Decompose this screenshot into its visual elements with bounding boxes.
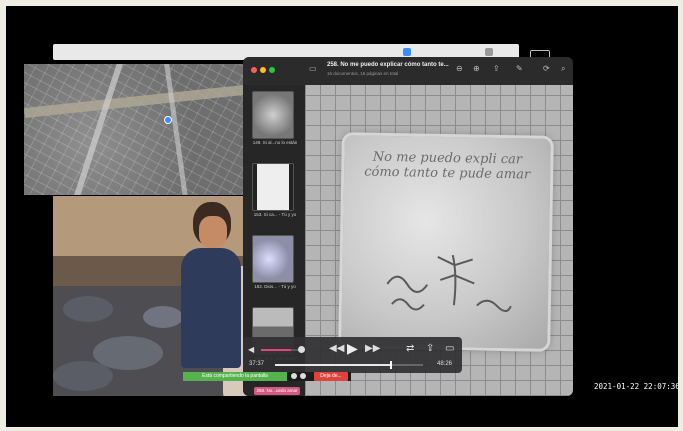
rewind-button[interactable]: ◀◀ xyxy=(329,343,344,355)
volume-level xyxy=(261,349,291,351)
search-icon[interactable]: ⌕ xyxy=(561,65,565,73)
window-title: 258. No me puedo explicar cómo tanto te.… xyxy=(327,62,449,68)
memorial-plaque: No me puedo expli car cómo tanto te pude… xyxy=(341,135,551,349)
pip-icon[interactable]: ▭ xyxy=(445,343,454,355)
play-button[interactable]: ▶ xyxy=(347,341,358,355)
road xyxy=(162,64,191,195)
zoom-button[interactable] xyxy=(269,67,275,73)
seek-knob[interactable] xyxy=(390,361,393,369)
window-tab[interactable]: 258. No...uedo amar xyxy=(254,387,300,395)
rotate-icon[interactable]: ⟳ xyxy=(543,65,550,73)
share-icon[interactable]: ⇪ xyxy=(493,65,500,73)
media-player-controls[interactable]: ◀ ◀◀ ▶ ▶▶ ⇄ ⇪ ▭ 37:37 48:26 xyxy=(243,337,462,373)
markup-icon[interactable]: ✎ xyxy=(516,65,523,73)
thumbnail-label: 182. Dios... - Tú y yo xyxy=(254,284,296,289)
person-face xyxy=(199,216,227,248)
location-pin-icon xyxy=(164,116,172,124)
plaque-text: No me puedo expli car cómo tanto te pude… xyxy=(364,149,531,183)
photo-window xyxy=(53,196,249,396)
thumbnail-label: 149. Si al...no lo están xyxy=(252,140,298,145)
share-icon[interactable]: ⇪ xyxy=(426,343,434,355)
thumbnail-label: 153. Si ca... - Tú y yo xyxy=(253,212,297,217)
fast-forward-button[interactable]: ▶▶ xyxy=(365,343,380,355)
railway xyxy=(24,84,246,118)
volume-knob[interactable] xyxy=(298,346,305,353)
window-subtitle: 16 documentos, 16 páginas en total xyxy=(327,71,399,76)
sidebar-toggle-icon[interactable]: ▭ xyxy=(309,65,317,73)
loop-icon[interactable]: ⇄ xyxy=(406,343,414,355)
remaining-time: 48:26 xyxy=(437,361,453,367)
thumbnail[interactable] xyxy=(252,235,294,283)
timestamp: 2021-01-22 22:07:36 xyxy=(594,382,678,391)
visibility-icon[interactable] xyxy=(291,373,297,379)
thumbnail[interactable] xyxy=(252,91,294,139)
satellite-map-window[interactable] xyxy=(24,64,246,195)
rock xyxy=(53,361,113,391)
pause-icon[interactable] xyxy=(300,373,306,379)
volume-icon: ◀ xyxy=(248,345,255,354)
plaque-drawing xyxy=(386,254,512,313)
road xyxy=(69,64,125,195)
app-icon xyxy=(403,48,411,56)
seek-progress xyxy=(275,364,391,366)
rock xyxy=(143,306,183,328)
stop-sharing-button[interactable]: Deja de... xyxy=(314,372,348,381)
window-toolbar: ▭ 258. No me puedo explicar cómo tanto t… xyxy=(243,57,573,85)
elapsed-time: 37:37 xyxy=(249,361,265,367)
zoom-out-icon[interactable]: ⊖ xyxy=(456,65,463,73)
thumbnail[interactable] xyxy=(252,163,294,211)
close-button[interactable] xyxy=(251,67,257,73)
zoom-in-icon[interactable]: ⊕ xyxy=(473,65,480,73)
share-status: Está compartiendo la pantalla xyxy=(183,372,287,381)
screen-share-canvas: ▭ 258. No me puedo explicar cómo tanto t… xyxy=(6,6,678,427)
person xyxy=(181,248,241,368)
app-icon xyxy=(485,48,493,56)
screen-share-toolbar: Está compartiendo la pantalla Deja de... xyxy=(183,372,351,381)
rock xyxy=(63,296,113,322)
minimize-button[interactable] xyxy=(260,67,266,73)
